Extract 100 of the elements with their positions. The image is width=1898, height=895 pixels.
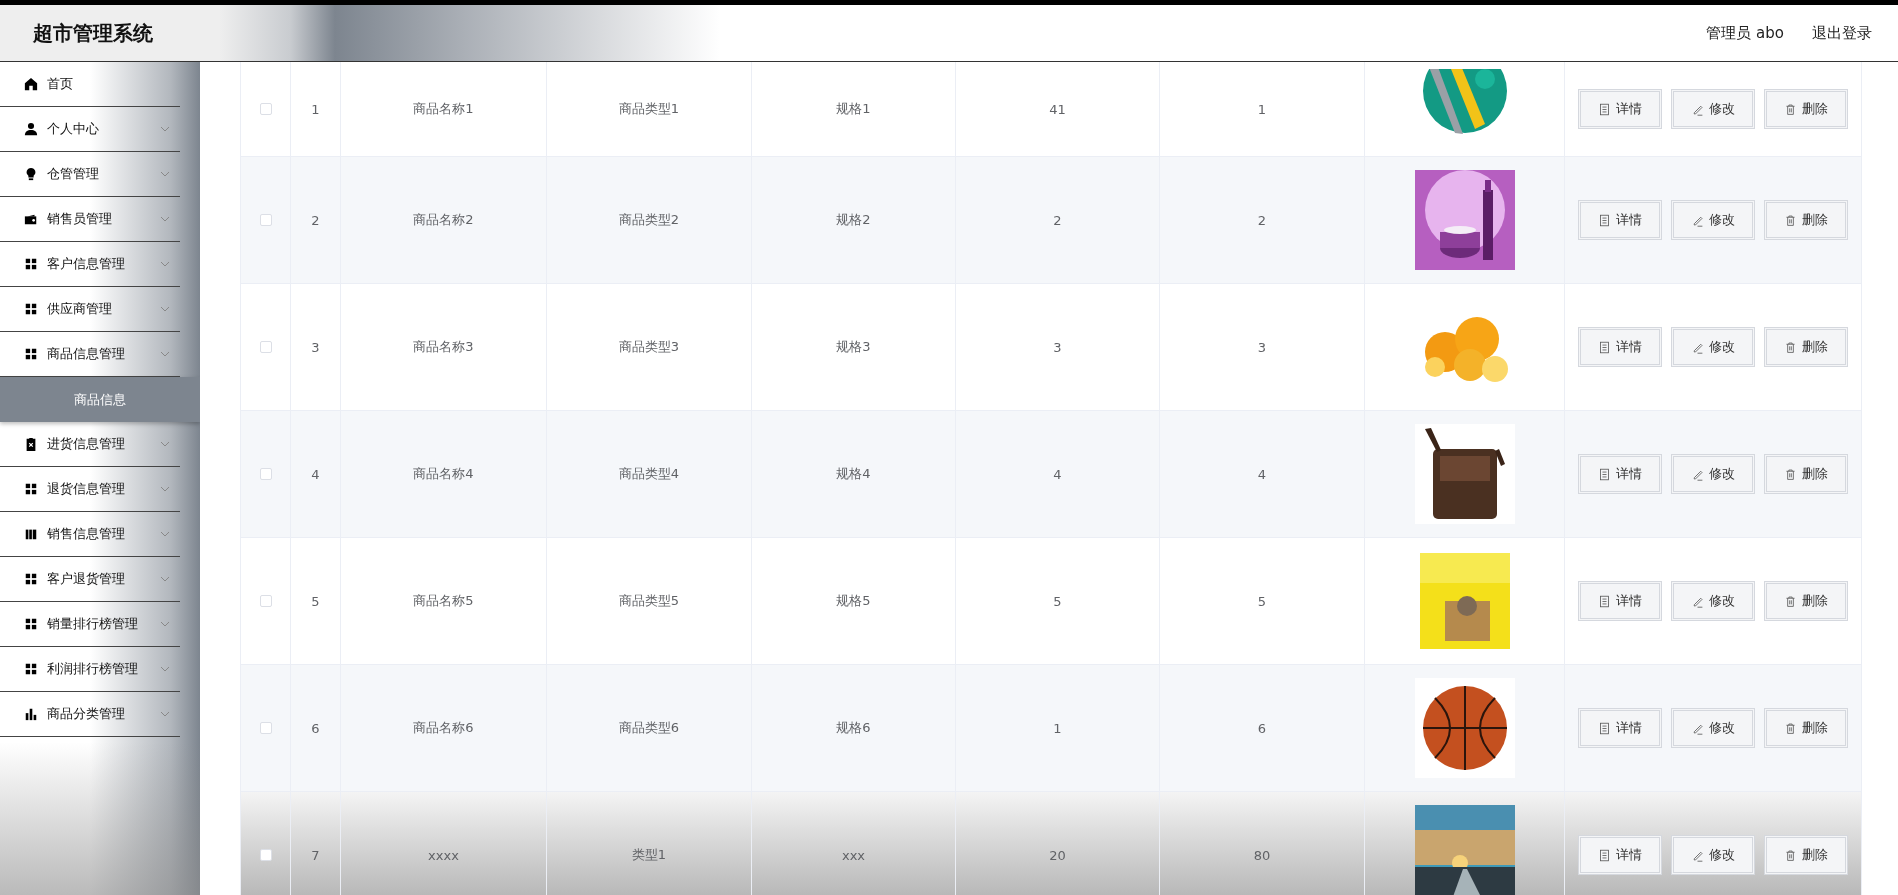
edit-button[interactable]: 修改	[1671, 89, 1755, 129]
details-button[interactable]: 详情	[1578, 835, 1662, 875]
table-cell: 规格3	[836, 338, 871, 356]
grid-icon	[24, 617, 38, 631]
table-cell: 规格5	[836, 592, 871, 610]
table-cell: 5	[311, 593, 320, 609]
sidebar-item[interactable]: 退货信息管理	[0, 467, 180, 512]
edit-button[interactable]: 修改	[1671, 581, 1755, 621]
grid-icon	[24, 347, 38, 361]
trash-icon	[1784, 340, 1797, 354]
document-icon	[1598, 213, 1611, 227]
sidebar-item[interactable]: 销售员管理	[0, 197, 180, 242]
delete-button[interactable]: 删除	[1764, 835, 1848, 875]
table-cell: 41	[1049, 101, 1066, 117]
table-cell: 3	[311, 339, 320, 355]
wallet-icon	[24, 212, 38, 226]
table-cell: 规格2	[836, 211, 871, 229]
edit-button[interactable]: 修改	[1671, 200, 1755, 240]
grid-icon	[24, 302, 38, 316]
document-icon	[1598, 340, 1611, 354]
details-button[interactable]: 详情	[1578, 200, 1662, 240]
trash-icon	[1784, 213, 1797, 227]
table-cell: 规格4	[836, 465, 871, 483]
chevron-down-icon	[160, 261, 170, 267]
details-button[interactable]: 详情	[1578, 89, 1662, 129]
details-button[interactable]: 详情	[1578, 581, 1662, 621]
sidebar-item[interactable]: 个人中心	[0, 107, 180, 152]
document-icon	[1598, 467, 1611, 481]
sidebar-item[interactable]: 商品分类管理	[0, 692, 180, 737]
sidebar-item[interactable]: 客户退货管理	[0, 557, 180, 602]
table-cell: 商品名称4	[413, 465, 474, 483]
edit-button[interactable]: 修改	[1671, 327, 1755, 367]
delete-button[interactable]: 删除	[1764, 581, 1848, 621]
document-icon	[1598, 594, 1611, 608]
row-checkbox[interactable]	[259, 722, 272, 734]
table-cell: 1	[1053, 720, 1062, 736]
app-title: 超市管理系统	[33, 19, 154, 47]
chevron-down-icon	[160, 531, 170, 537]
clipboard-icon	[24, 437, 38, 451]
table-cell: 3	[1257, 339, 1267, 355]
sidebar-item[interactable]: 仓管管理	[0, 152, 180, 197]
table-cell: 80	[1253, 847, 1271, 863]
sidebar-item[interactable]: 首页	[0, 62, 180, 107]
table-cell: 商品类型3	[618, 338, 680, 356]
chevron-down-icon	[160, 351, 170, 357]
table-cell: 2	[311, 212, 320, 228]
table-cell: 7	[311, 847, 320, 863]
chevron-down-icon	[160, 441, 170, 447]
document-icon	[1598, 848, 1611, 862]
table-cell: 商品类型5	[618, 592, 680, 610]
submenu-item[interactable]: 商品信息	[0, 377, 200, 422]
details-button[interactable]: 详情	[1578, 708, 1662, 748]
table-cell: 规格6	[836, 719, 871, 737]
sidebar-item[interactable]: 利润排行榜管理	[0, 647, 180, 692]
table-cell: 商品类型6	[618, 719, 680, 737]
logout-link[interactable]: 退出登录	[1812, 23, 1872, 43]
row-checkbox[interactable]	[259, 468, 272, 480]
sidebar-item[interactable]: 销售信息管理	[0, 512, 180, 557]
grid-icon	[24, 257, 38, 271]
chevron-down-icon	[160, 486, 170, 492]
table-cell: 1	[1257, 101, 1267, 117]
table-cell: 商品名称5	[413, 592, 474, 610]
books-icon	[24, 527, 38, 541]
row-checkbox[interactable]	[259, 849, 272, 861]
delete-button[interactable]: 删除	[1764, 327, 1848, 367]
grid-icon	[24, 572, 38, 586]
sidebar-item[interactable]: 销量排行榜管理	[0, 602, 180, 647]
row-checkbox[interactable]	[259, 214, 272, 226]
table-cell: 5	[1053, 593, 1062, 609]
trash-icon	[1784, 467, 1797, 481]
table-cell: 商品名称3	[413, 338, 474, 356]
delete-button[interactable]: 删除	[1764, 200, 1848, 240]
grid-icon	[24, 662, 38, 676]
home-icon	[24, 77, 38, 91]
sidebar-item[interactable]: 供应商管理	[0, 287, 180, 332]
table-cell: 商品类型1	[618, 100, 680, 118]
row-checkbox[interactable]	[259, 595, 272, 607]
table-cell: 商品类型2	[618, 211, 680, 229]
chevron-down-icon	[160, 666, 170, 672]
edit-button[interactable]: 修改	[1671, 835, 1755, 875]
details-button[interactable]: 详情	[1578, 327, 1662, 367]
table-cell: 4	[1257, 466, 1267, 482]
user-icon	[24, 122, 38, 136]
sidebar-item[interactable]: 进货信息管理	[0, 422, 180, 467]
edit-button[interactable]: 修改	[1671, 708, 1755, 748]
delete-button[interactable]: 删除	[1764, 89, 1848, 129]
document-icon	[1598, 102, 1611, 116]
sidebar-item[interactable]: 客户信息管理	[0, 242, 180, 287]
edit-button[interactable]: 修改	[1671, 454, 1755, 494]
delete-button[interactable]: 删除	[1764, 708, 1848, 748]
grid-icon	[24, 482, 38, 496]
table-cell: 5	[1257, 593, 1267, 609]
details-button[interactable]: 详情	[1578, 454, 1662, 494]
row-checkbox[interactable]	[259, 341, 272, 353]
row-checkbox[interactable]	[259, 103, 272, 115]
table-cell: 6	[1257, 720, 1267, 736]
delete-button[interactable]: 删除	[1764, 454, 1848, 494]
table-cell: 3	[1053, 339, 1062, 355]
bar-chart-icon	[24, 707, 38, 721]
table-cell: 4	[1053, 466, 1062, 482]
